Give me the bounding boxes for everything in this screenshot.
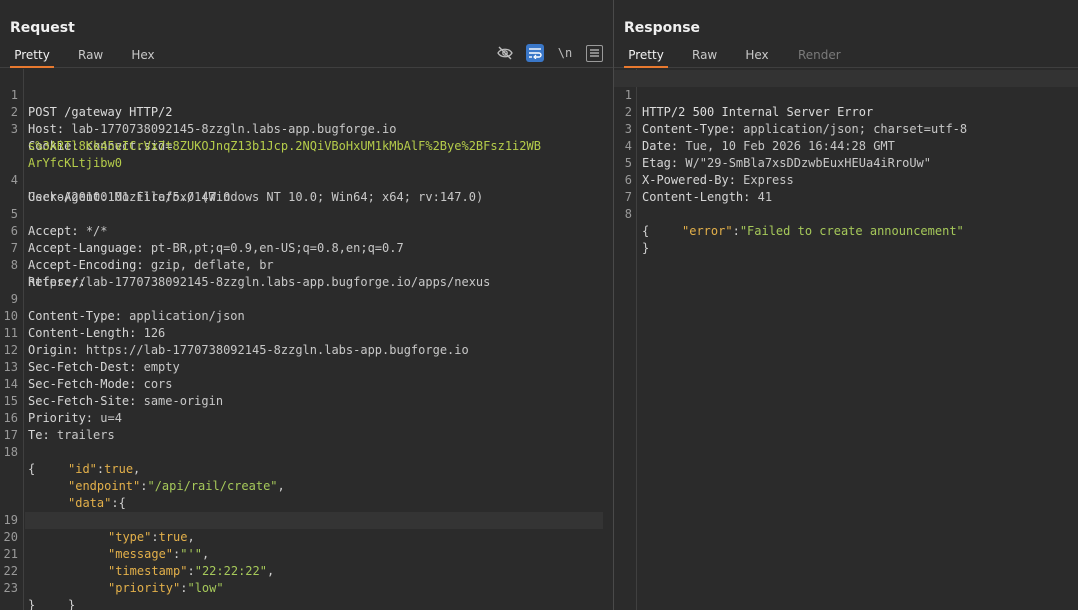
editor-line: 3 Cookie: connect.sid= bbox=[10, 122, 173, 153]
editor-line: 5 Accept: */* bbox=[10, 207, 108, 238]
editor-line: 11 Origin: https://lab-1770738092145-8zz… bbox=[3, 326, 469, 357]
editor-line-wrap: https://lab-1770738092145-8zzgln.labs-ap… bbox=[28, 275, 491, 289]
editor-line: 7 Accept-Encoding: gzip, deflate, br bbox=[10, 241, 274, 272]
newline-toggle[interactable]: \n bbox=[556, 44, 574, 62]
editor-line-wrap: } bbox=[28, 598, 36, 610]
tab-response-render: Render bbox=[798, 48, 841, 62]
tab-response-pretty[interactable]: Pretty bbox=[624, 44, 668, 68]
editor-line: 7 bbox=[624, 190, 632, 204]
editor-line: 8 { bbox=[624, 207, 650, 238]
editor-line: 12 Sec-Fetch-Dest: empty bbox=[3, 343, 180, 374]
editor-line: 6 Content-Length: 41 bbox=[624, 173, 773, 204]
editor-line: 1 POST /gateway HTTP/2 bbox=[10, 88, 173, 119]
editor-line: 15 Priority: u=4 bbox=[3, 394, 122, 425]
editor-line: 4 Etag: W/"29-SmBla7xsDDzwbEuxHEUa4iRroU… bbox=[624, 139, 931, 170]
editor-line-wrap: "endpoint":"/api/rail/create", bbox=[68, 479, 285, 493]
editor-line-wrap: "id":true, bbox=[68, 462, 141, 476]
editor-line: 18 { bbox=[3, 445, 36, 476]
editor-line: 5 X-Powered-By: Express bbox=[624, 156, 794, 187]
editor-line: 19 "type":true, bbox=[3, 513, 195, 544]
editor-line: 21 "timestamp":"22:22:22", bbox=[3, 547, 275, 578]
editor-line: 17 bbox=[3, 428, 18, 442]
editor-line: 9 Content-Type: application/json bbox=[10, 292, 245, 323]
response-tabs: Pretty Raw Hex Render bbox=[614, 44, 1078, 68]
editor-line: 4 User-Agent: Mozilla/5.0 (Windows NT 10… bbox=[10, 173, 484, 204]
editor-line-wrap: "error":"Failed to create announcement" bbox=[682, 224, 964, 238]
request-title: Request bbox=[10, 20, 75, 36]
editor-line: 6 Accept-Language: pt-BR,pt;q=0.9,en-US;… bbox=[10, 224, 404, 255]
tab-request-pretty[interactable]: Pretty bbox=[10, 44, 54, 68]
editor-line-wrap: Gecko/20100101 Firefox/147.0 bbox=[28, 190, 231, 204]
tab-request-hex[interactable]: Hex bbox=[127, 44, 159, 68]
hamburger-menu-icon[interactable] bbox=[586, 44, 603, 62]
editor-line: 13 Sec-Fetch-Mode: cors bbox=[3, 360, 173, 391]
editor-line-current: 1 HTTP/2 500 Internal Server Error bbox=[614, 70, 1078, 119]
editor-line: 2 Host: lab-1770738092145-8zzgln.labs-ap… bbox=[10, 105, 397, 136]
editor-line-wrap: ArYfcKLtjibw0 bbox=[28, 156, 122, 170]
editor-line: 3 Date: Tue, 10 Feb 2026 16:44:28 GMT bbox=[624, 122, 895, 153]
editor-line-current: 20 "message":"'", bbox=[4, 512, 603, 561]
eye-slash-icon[interactable] bbox=[496, 44, 514, 62]
editor-line: 22 "priority":"low" bbox=[3, 564, 224, 595]
request-pane: Request Pretty Raw Hex \n 1 POST /gatewa… bbox=[0, 0, 613, 610]
editor-line: 23 } bbox=[3, 581, 76, 610]
editor-line: 2 Content-Type: application/json; charse… bbox=[624, 105, 968, 136]
response-title: Response bbox=[624, 20, 701, 36]
tab-response-hex[interactable]: Hex bbox=[741, 44, 773, 68]
editor-line-wrap: s%3ARTl8Kk45vICrVx7t8ZUKOJnqZ13b1Jcp.2NQ… bbox=[28, 139, 541, 153]
editor-line: 16 Te: trailers bbox=[3, 411, 115, 442]
tab-response-raw[interactable]: Raw bbox=[688, 44, 720, 68]
tab-request-raw[interactable]: Raw bbox=[74, 44, 106, 68]
response-pane: Response Pretty Raw Hex Render 1 HTTP/2 … bbox=[614, 0, 1078, 610]
request-toolbar: \n bbox=[496, 44, 603, 62]
editor-line-wrap: "data":{ bbox=[68, 496, 126, 510]
editor-line: 8 Referer: bbox=[10, 258, 86, 289]
http-message-viewer: Request Pretty Raw Hex \n 1 POST /gatewa… bbox=[0, 0, 1078, 610]
word-wrap-icon[interactable] bbox=[526, 44, 544, 62]
editor-line: 14 Sec-Fetch-Site: same-origin bbox=[3, 377, 224, 408]
editor-line: 10 Content-Length: 126 bbox=[3, 309, 166, 340]
editor-line-wrap: } bbox=[642, 241, 650, 255]
